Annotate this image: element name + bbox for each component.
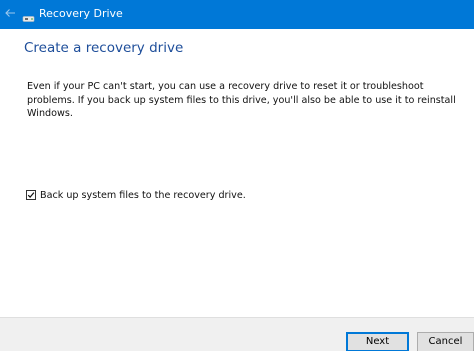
description-text: Even if your PC can't start, you can use… <box>27 81 456 119</box>
checkmark-icon <box>27 192 35 198</box>
next-button[interactable]: Next <box>346 332 409 351</box>
back-arrow-icon[interactable] <box>3 5 17 19</box>
page-heading: Create a recovery drive <box>24 40 184 56</box>
wizard-content: Create a recovery drive Even if your PC … <box>0 29 474 317</box>
backup-checkbox-label[interactable]: Back up system files to the recovery dri… <box>40 189 246 202</box>
drive-icon <box>22 9 35 22</box>
title-bar: Recovery Drive <box>0 0 474 29</box>
wizard-footer: Next Cancel <box>0 317 474 351</box>
backup-checkbox[interactable] <box>26 190 36 200</box>
recovery-drive-window: Recovery Drive Create a recovery drive E… <box>0 0 474 351</box>
cancel-button[interactable]: Cancel <box>417 332 474 351</box>
window-title: Recovery Drive <box>39 7 123 20</box>
